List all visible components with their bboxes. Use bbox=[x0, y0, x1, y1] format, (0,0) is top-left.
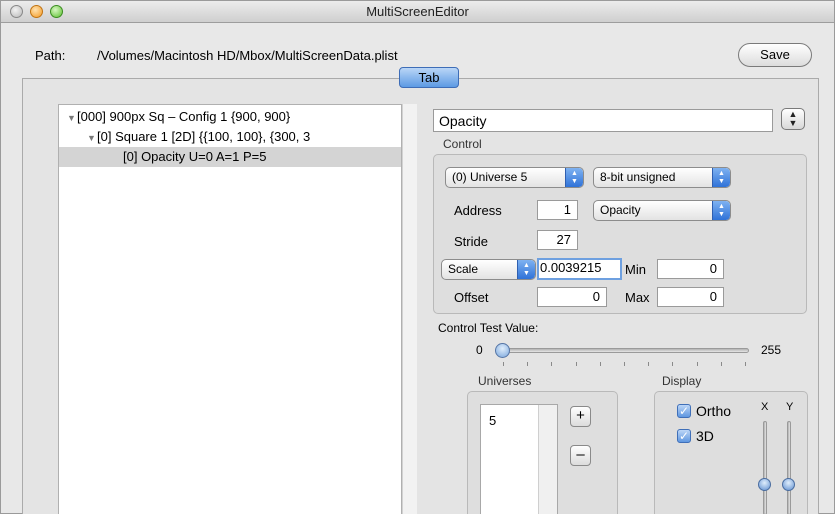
tree-row[interactable]: ▼[0] Square 1 [2D] {{100, 100}, {300, 3 bbox=[87, 127, 310, 147]
element-type-popup[interactable]: ▲ ▼ bbox=[781, 108, 805, 130]
popup-arrows-icon: ▲ ▼ bbox=[565, 168, 583, 187]
universes-group-label: Universes bbox=[478, 374, 532, 388]
app-window: MultiScreenEditor Path: /Volumes/Macinto… bbox=[0, 0, 835, 514]
save-button[interactable]: Save bbox=[738, 43, 812, 67]
min-label: Min bbox=[625, 262, 646, 277]
slider-tick bbox=[503, 362, 504, 366]
offset-field[interactable]: 0 bbox=[537, 287, 607, 307]
control-test-slider-knob[interactable] bbox=[495, 343, 510, 358]
remove-universe-button[interactable]: – bbox=[570, 445, 591, 466]
format-popup-value: 8-bit unsigned bbox=[600, 170, 676, 184]
x-rotation-slider-track[interactable] bbox=[763, 421, 767, 514]
x-rotation-slider-knob[interactable] bbox=[758, 478, 771, 491]
ortho-checkbox[interactable]: ✓ bbox=[677, 404, 691, 418]
universe-popup[interactable]: (0) Universe 5 ▲ ▼ bbox=[445, 167, 584, 188]
stride-field[interactable]: 27 bbox=[537, 230, 578, 250]
tree-row[interactable]: ▼[000] 900px Sq – Config 1 {900, 900} bbox=[67, 107, 290, 127]
control-test-slider-track[interactable] bbox=[501, 348, 749, 353]
popup-arrows-icon: ▲ ▼ bbox=[712, 201, 730, 220]
address-label: Address bbox=[454, 203, 502, 218]
y-axis-label: Y bbox=[786, 401, 794, 413]
slider-tick bbox=[599, 362, 601, 366]
universe-list-item[interactable]: 5 bbox=[489, 413, 496, 428]
tree-row-label: [0] Square 1 [2D] {{100, 100}, {300, 3 bbox=[97, 129, 311, 144]
disclosure-triangle-icon[interactable]: ▼ bbox=[87, 128, 97, 148]
three-d-checkbox[interactable]: ✓ bbox=[677, 429, 691, 443]
tree-row-selected[interactable]: [0] Opacity U=0 A=1 P=5 bbox=[59, 147, 401, 167]
control-group-label: Control bbox=[443, 137, 482, 151]
display-group-label: Display bbox=[662, 374, 702, 388]
slider-tick bbox=[527, 362, 529, 366]
max-label: Max bbox=[625, 290, 650, 305]
tree-row-label: [000] 900px Sq – Config 1 {900, 900} bbox=[77, 109, 291, 124]
control-test-value-label: Control Test Value: bbox=[438, 321, 539, 335]
up-down-arrows-icon: ▲ ▼ bbox=[788, 109, 798, 128]
title-bar: MultiScreenEditor bbox=[1, 1, 834, 23]
universes-list-scrollbar[interactable] bbox=[538, 405, 557, 514]
slider-tick bbox=[624, 362, 625, 366]
scale-field[interactable]: 0.0039215 bbox=[537, 258, 622, 280]
slider-tick bbox=[551, 362, 553, 366]
disclosure-triangle-icon[interactable]: ▼ bbox=[67, 108, 77, 128]
slider-min-label: 0 bbox=[476, 343, 483, 357]
element-name-field[interactable]: Opacity bbox=[433, 109, 773, 132]
tree-row-label: [0] Opacity U=0 A=1 P=5 bbox=[123, 149, 267, 164]
window-title: MultiScreenEditor bbox=[366, 4, 469, 19]
attribute-popup[interactable]: Opacity ▲ ▼ bbox=[593, 200, 731, 221]
slider-max-label: 255 bbox=[761, 343, 782, 357]
add-universe-button[interactable]: + bbox=[570, 406, 591, 427]
stride-label: Stride bbox=[454, 234, 488, 249]
three-d-label: 3D bbox=[696, 428, 714, 444]
config-tree[interactable]: ▼[000] 900px Sq – Config 1 {900, 900} ▼[… bbox=[58, 104, 402, 514]
tab-button[interactable]: Tab bbox=[399, 67, 459, 88]
slider-tick bbox=[648, 362, 650, 366]
slider-tick bbox=[575, 362, 577, 366]
offset-label: Offset bbox=[454, 290, 489, 305]
tree-scrollbar[interactable] bbox=[402, 104, 417, 514]
y-rotation-slider-track[interactable] bbox=[787, 421, 791, 514]
y-rotation-slider-knob[interactable] bbox=[782, 478, 795, 491]
attribute-popup-value: Opacity bbox=[600, 203, 641, 217]
scale-popup[interactable]: Scale ▲ ▼ bbox=[441, 259, 536, 280]
popup-arrows-icon: ▲ ▼ bbox=[517, 260, 535, 279]
scale-popup-value: Scale bbox=[448, 262, 479, 276]
universe-popup-value: (0) Universe 5 bbox=[452, 170, 528, 184]
slider-tick bbox=[672, 362, 674, 366]
address-field[interactable]: 1 bbox=[537, 200, 578, 220]
path-label: Path: bbox=[35, 48, 66, 63]
slider-tick bbox=[745, 362, 746, 366]
format-popup[interactable]: 8-bit unsigned ▲ ▼ bbox=[593, 167, 731, 188]
slider-tick bbox=[696, 362, 698, 366]
min-field[interactable]: 0 bbox=[657, 259, 724, 279]
ortho-label: Ortho bbox=[696, 403, 732, 419]
slider-tick bbox=[720, 362, 722, 366]
x-axis-label: X bbox=[761, 401, 769, 413]
path-value: /Volumes/Macintosh HD/Mbox/MultiScreenDa… bbox=[97, 48, 398, 63]
popup-arrows-icon: ▲ ▼ bbox=[712, 168, 730, 187]
max-field[interactable]: 0 bbox=[657, 287, 724, 307]
